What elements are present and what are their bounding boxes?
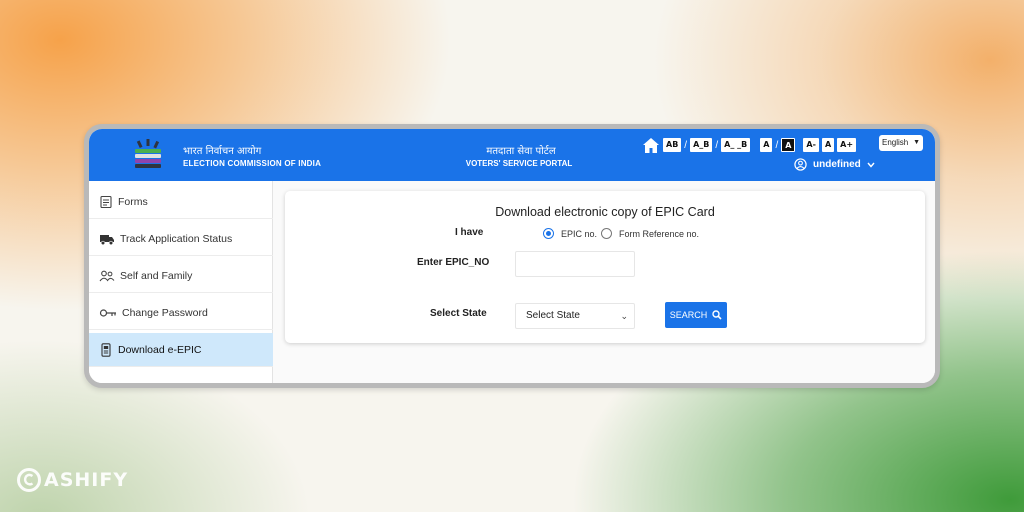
theme-dark-button[interactable]: A [781,138,796,152]
truck-icon [100,234,114,245]
accessibility-toolbar: AB / A_B / A_ _B A / A A- A A+ [642,136,857,154]
contrast-a-b-button[interactable]: A_B [690,138,713,152]
form-reference-radio-label[interactable]: Form Reference no. [619,229,699,239]
epic-no-radio-label[interactable]: EPIC no. [561,229,597,239]
phone-card-icon [101,342,111,357]
home-icon[interactable] [642,137,660,154]
user-name: undefined [813,159,861,170]
i-have-label: I have [455,227,484,238]
toolbar-separator: / [684,139,688,151]
download-epic-card: Download electronic copy of EPIC Card I … [285,191,925,343]
language-label: English [882,138,909,147]
sidebar-item-label: Forms [118,195,148,208]
epic-no-radio[interactable] [543,228,554,239]
toolbar-separator: / [775,139,779,151]
epic-no-input[interactable] [515,251,635,277]
sidebar-nav: Forms Track Application Status Self and … [89,181,273,383]
epic-no-label: Enter EPIC_NO [417,257,490,268]
sidebar-item-download-epic[interactable]: Download e-EPIC [89,333,273,367]
eci-hindi-title: भारत निर्वाचन आयोग [183,146,262,157]
browser-frame: भारत निर्वाचन आयोग ELECTION COMMISSION O… [84,124,940,388]
language-select[interactable]: English ▼ [879,135,923,151]
sidebar-item-change-password[interactable]: Change Password [89,296,273,330]
sidebar-item-label: Download e-EPIC [118,343,202,356]
user-circle-icon [794,158,807,171]
sidebar-item-label: Change Password [122,306,208,319]
sidebar-item-track-application[interactable]: Track Application Status [89,222,273,256]
state-select[interactable]: Select State ⌄ [515,303,635,329]
form-reference-radio[interactable] [601,228,612,239]
main-content: Download electronic copy of EPIC Card I … [273,181,935,383]
state-select-value: Select State [526,310,580,321]
theme-light-button[interactable]: A [760,138,773,152]
toolbar-separator: / [715,139,719,151]
portal-hindi-title: मतदाता सेवा पोर्टल [486,146,556,157]
chevron-down-icon: ⌄ [620,311,628,321]
contrast-ab-button[interactable]: AB [663,138,682,152]
site-header: भारत निर्वाचन आयोग ELECTION COMMISSION O… [89,129,935,181]
family-icon [99,270,115,281]
cashify-logo-icon [17,468,41,492]
contrast-a--b-button[interactable]: A_ _B [721,138,751,152]
cashify-watermark: ASHIFY [16,467,128,493]
search-button-label: SEARCH [669,310,708,320]
portal-english-title: VOTERS' SERVICE PORTAL [465,159,573,168]
eci-english-title: ELECTION COMMISSION OF INDIA [183,159,322,168]
key-icon [99,308,116,317]
cashify-brand-text: ASHIFY [44,469,129,491]
page-title: Download electronic copy of EPIC Card [495,205,715,219]
sidebar-item-label: Track Application Status [120,232,233,245]
sidebar-item-self-family[interactable]: Self and Family [89,259,273,293]
sidebar-item-forms[interactable]: Forms [89,185,273,219]
font-increase-button[interactable]: A+ [837,138,857,152]
forms-icon [100,195,112,208]
font-default-button[interactable]: A [821,138,835,152]
search-button[interactable]: SEARCH [665,302,727,328]
state-label: Select State [430,308,487,319]
chevron-down-icon [867,162,875,168]
user-menu[interactable]: undefined [794,158,875,171]
font-decrease-button[interactable]: A- [803,138,819,152]
chevron-down-icon: ▼ [913,139,920,146]
search-icon [712,310,722,320]
eci-logo-icon[interactable] [131,137,165,171]
sidebar-item-label: Self and Family [120,269,193,282]
